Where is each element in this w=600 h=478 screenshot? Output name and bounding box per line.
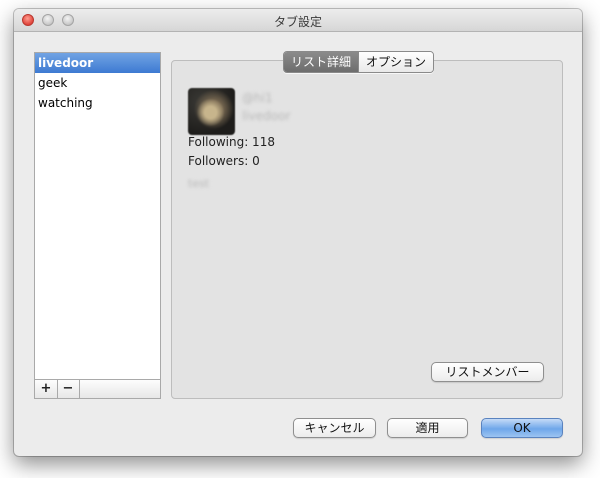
list-item-geek[interactable]: geek (35, 73, 160, 93)
list-owner-handle: @hi1 (242, 91, 273, 105)
tab-options[interactable]: オプション (358, 52, 434, 72)
followers-count: Followers: 0 (188, 154, 260, 168)
list-name: livedoor (242, 109, 291, 123)
avatar (188, 88, 235, 135)
list-members-button[interactable]: リストメンバー (431, 362, 544, 382)
title-bar: タブ設定 (14, 9, 582, 32)
following-count: Following: 118 (188, 135, 275, 149)
tab-list[interactable]: livedoor geek watching (34, 52, 161, 380)
remove-tab-button[interactable]: − (57, 380, 80, 398)
ok-button[interactable]: OK (481, 418, 563, 438)
window-title: タブ設定 (273, 15, 322, 29)
list-item-livedoor[interactable]: livedoor (35, 53, 160, 73)
list-description: test (188, 177, 210, 190)
tab-settings-window: タブ設定 livedoor geek watching + − リスト詳細 オプ… (14, 9, 582, 456)
cancel-button[interactable]: キャンセル (293, 418, 376, 438)
tab-list-details[interactable]: リスト詳細 (284, 52, 359, 72)
list-toolbar: + − (34, 379, 161, 399)
add-tab-button[interactable]: + (35, 380, 58, 398)
segmented-tabs: リスト詳細 オプション (283, 51, 435, 73)
apply-button[interactable]: 適用 (387, 418, 468, 438)
list-item-watching[interactable]: watching (35, 93, 160, 113)
